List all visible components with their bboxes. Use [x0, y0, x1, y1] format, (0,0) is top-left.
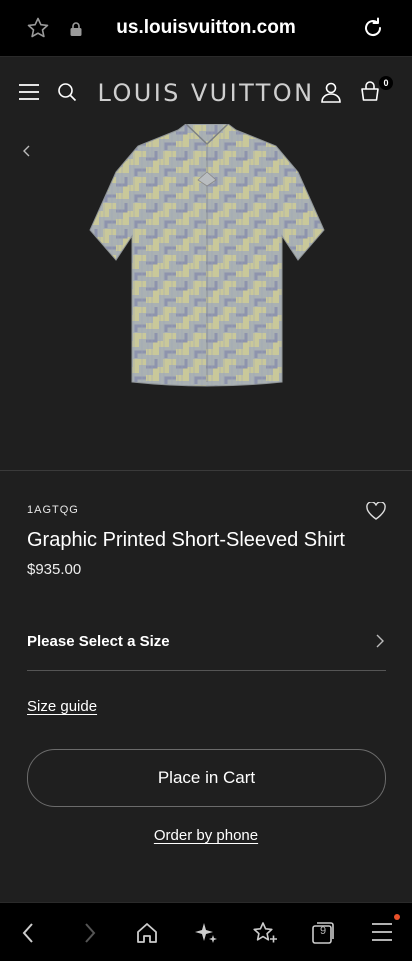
browser-bottom-bar: 9 — [0, 902, 412, 961]
forward-icon[interactable] — [82, 921, 98, 950]
place-in-cart-label: Place in Cart — [157, 768, 256, 787]
account-icon[interactable] — [320, 81, 342, 108]
order-by-phone-link[interactable]: Order by phone — [154, 827, 258, 844]
notification-dot — [394, 914, 400, 920]
menu-more-icon[interactable] — [371, 921, 393, 948]
cart-count-badge: 0 — [379, 76, 393, 90]
size-selector-label: Please Select a Size — [27, 633, 170, 650]
brand-logo[interactable]: LOUIS VUITTON — [0, 79, 412, 107]
product-gallery[interactable] — [0, 124, 412, 470]
tabs-count: 9 — [319, 925, 327, 937]
sparkle-icon[interactable] — [194, 921, 218, 950]
reload-icon[interactable] — [361, 16, 385, 45]
product-title: Graphic Printed Short-Sleeved Shirt — [27, 529, 345, 551]
product-sku: 1AGTQG — [27, 504, 79, 516]
chevron-right-icon — [374, 633, 386, 654]
heart-icon[interactable] — [366, 501, 386, 525]
size-guide-link[interactable]: Size guide — [27, 698, 97, 715]
chevron-left-icon[interactable] — [20, 144, 34, 163]
product-price: $935.00 — [27, 561, 82, 578]
gallery-divider — [0, 470, 412, 471]
cart-icon[interactable] — [359, 80, 381, 107]
favorites-icon[interactable] — [252, 921, 278, 950]
place-in-cart-button[interactable]: Place in Cart — [27, 749, 386, 807]
site-header: LOUIS VUITTON 0 — [0, 56, 412, 125]
home-icon[interactable] — [135, 921, 159, 950]
url-bar[interactable]: us.louisvuitton.com — [0, 17, 412, 39]
product-image[interactable] — [86, 124, 328, 390]
size-selector[interactable]: Please Select a Size — [27, 630, 386, 671]
browser-top-bar: us.louisvuitton.com — [0, 0, 412, 56]
back-icon[interactable] — [20, 921, 36, 950]
order-by-phone: Order by phone — [0, 827, 412, 844]
